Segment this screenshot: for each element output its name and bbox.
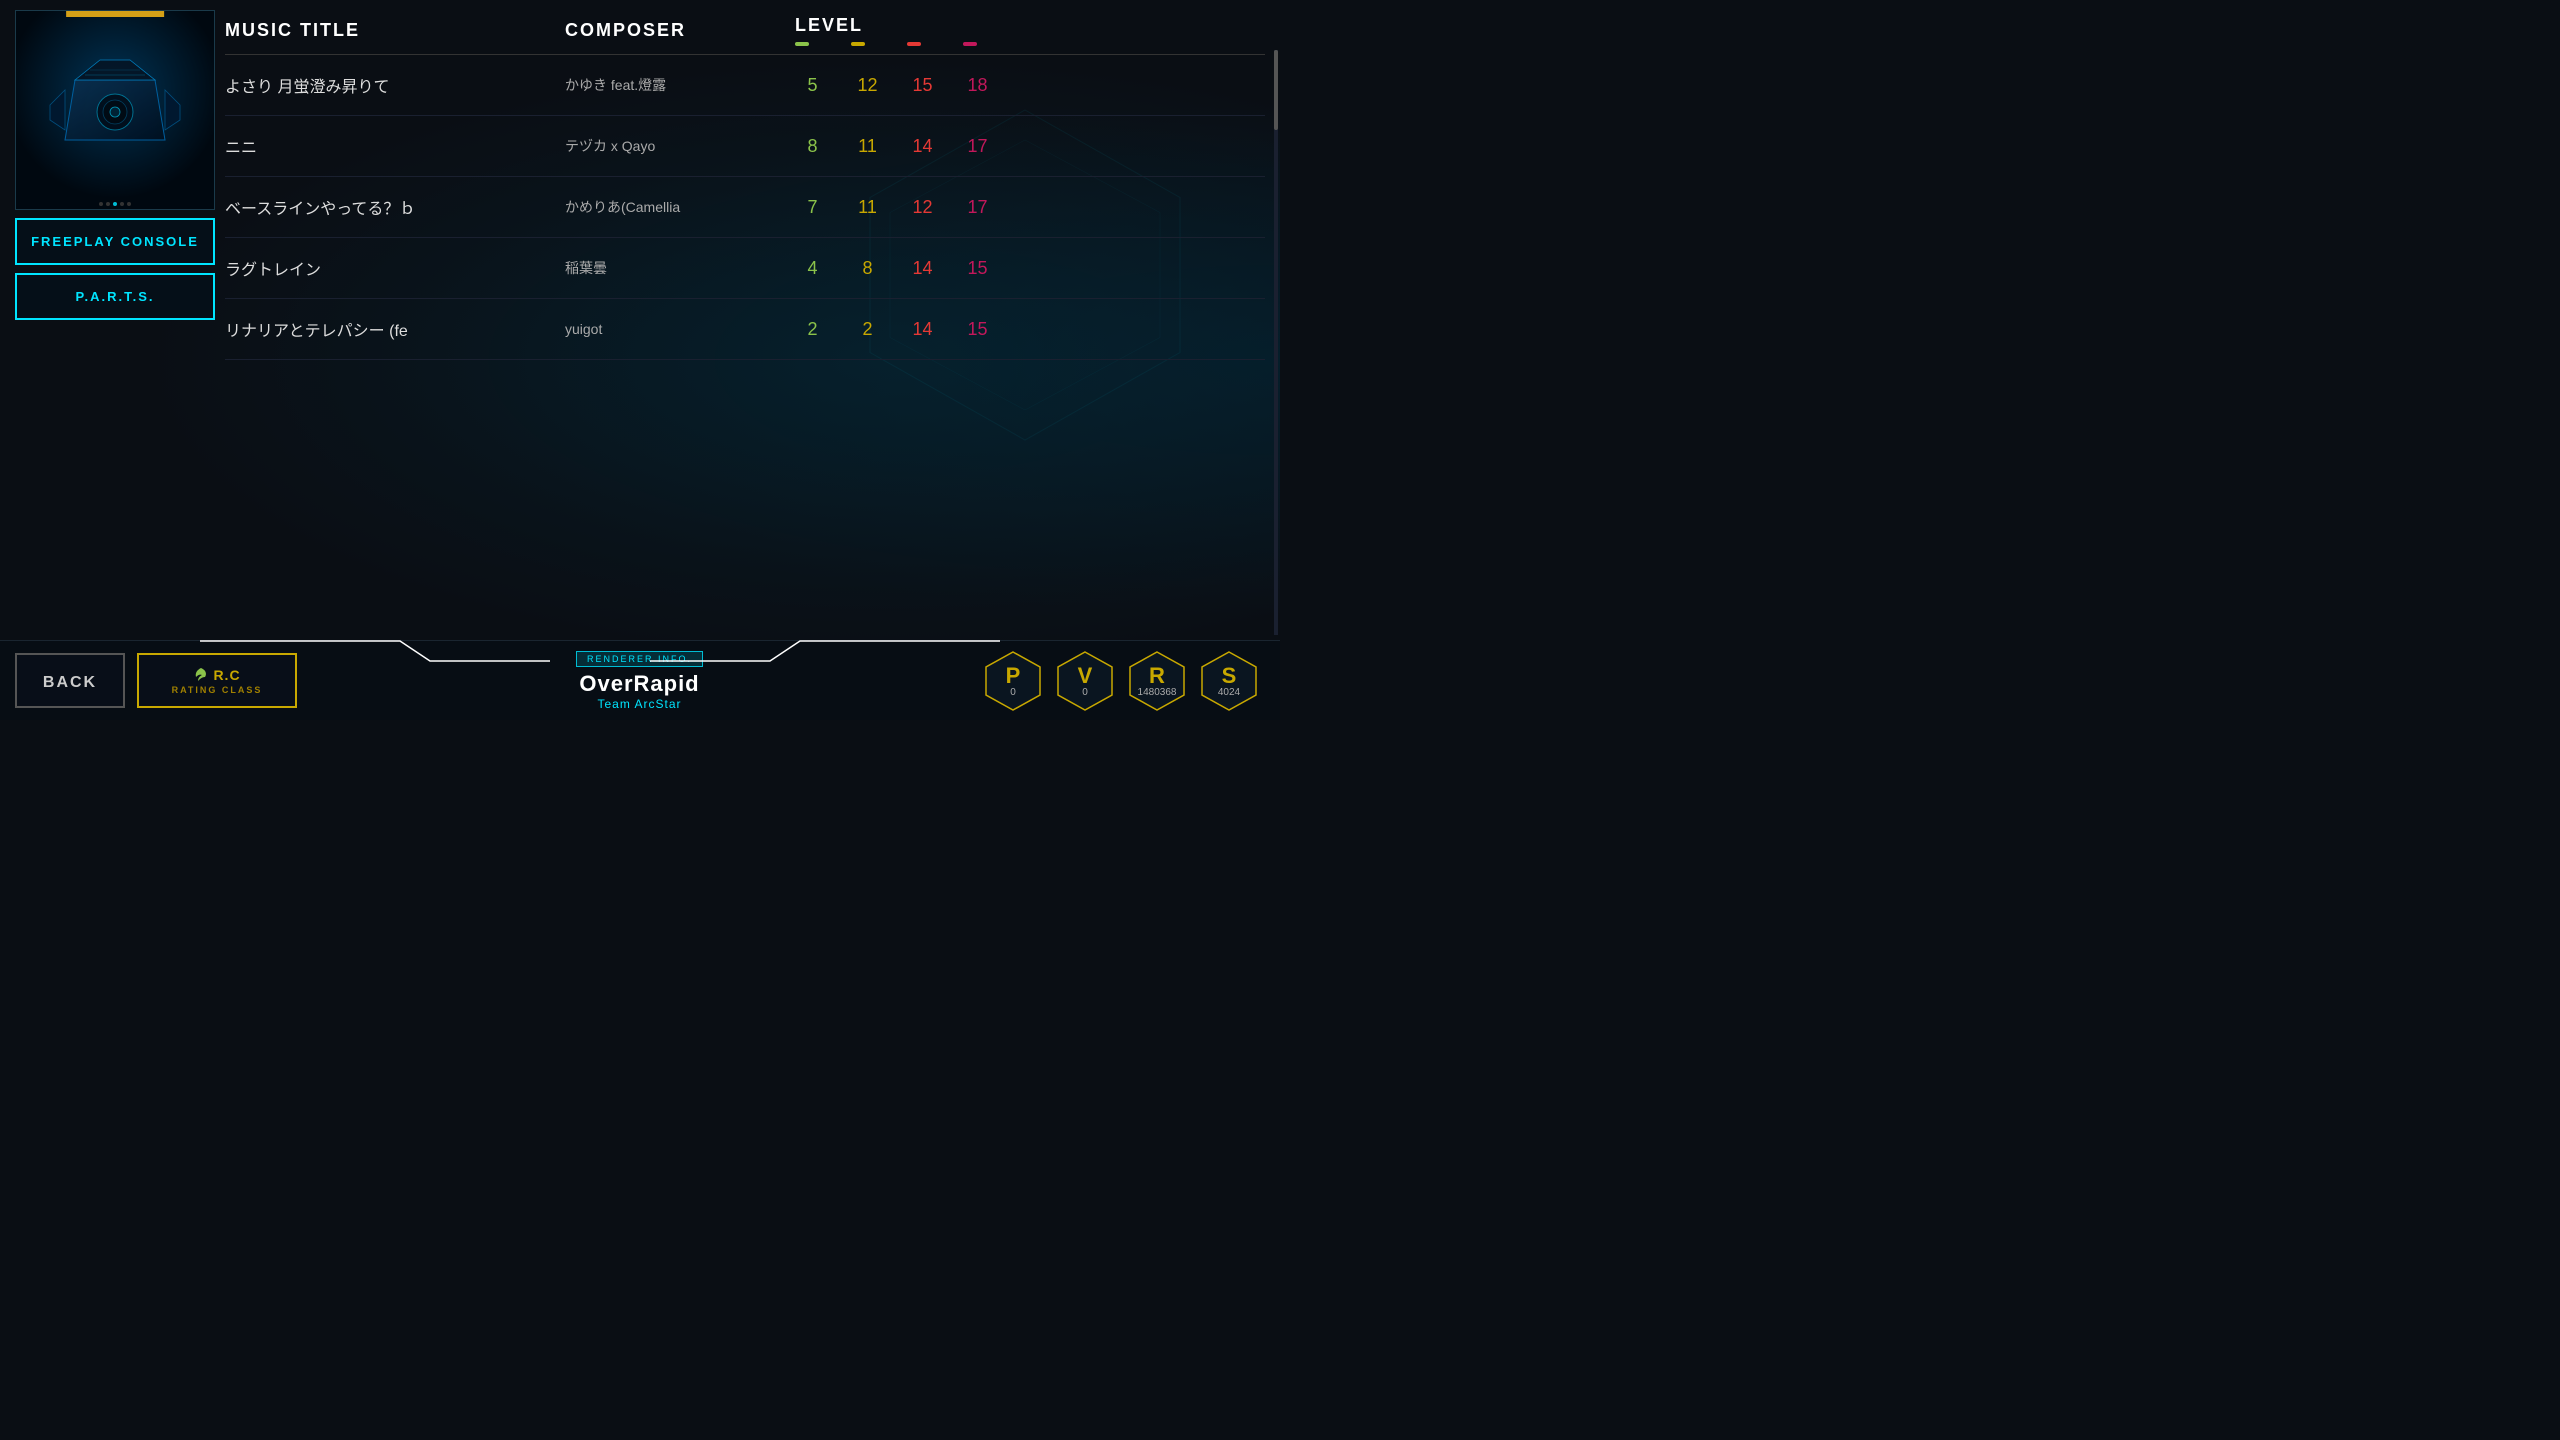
song-title: ラグトレイン xyxy=(225,256,565,280)
renderer-label: RENDERER INFO. xyxy=(576,651,703,667)
album-dot-1 xyxy=(99,202,103,206)
normal-indicator xyxy=(851,42,865,46)
free-play-badge: FREE PLAY xyxy=(66,10,164,17)
list-header: MUSIC TITLE COMPOSER LEVEL xyxy=(225,0,1265,55)
rc-label: R.C xyxy=(213,667,240,683)
col-header-level: LEVEL xyxy=(795,15,1265,46)
level-easy: 8 xyxy=(795,136,830,157)
album-art-visual xyxy=(16,11,214,209)
song-row[interactable]: ラグトレイン稲葉曇48 14 15 xyxy=(225,238,1265,299)
level-extra: 15 xyxy=(960,258,995,279)
level-hard: 12 xyxy=(905,197,940,218)
song-title: ベースラインやってる？ｂ xyxy=(225,195,565,219)
album-art-svg xyxy=(45,50,185,170)
song-title: よさり 月蛍澄み昇りて xyxy=(225,73,565,97)
song-composer: 稲葉曇 xyxy=(565,258,795,278)
badge-s-letter: S xyxy=(1222,663,1237,689)
album-dot-4 xyxy=(120,202,124,206)
scrollbar-thumb[interactable] xyxy=(1274,50,1278,130)
leaf-icon xyxy=(193,667,209,683)
level-normal: 12 xyxy=(850,75,885,96)
badge-s-score: 4024 xyxy=(1218,687,1240,698)
level-easy: 5 xyxy=(795,75,830,96)
album-dot-2 xyxy=(106,202,110,206)
score-badges: P 0 V 0 R 1480368 S 4024 xyxy=(982,650,1260,712)
back-button[interactable]: BACK xyxy=(15,653,125,708)
song-list[interactable]: よさり 月蛍澄み昇りてかゆき feat.燈露5 12 15 18 ニニテヅカ x Qay… xyxy=(225,55,1265,625)
song-row[interactable]: よさり 月蛍澄み昇りてかゆき feat.燈露5 12 15 18 xyxy=(225,55,1265,116)
scrollbar[interactable] xyxy=(1274,50,1278,635)
song-row[interactable]: リナリアとテレパシー (feyuigot221415 xyxy=(225,299,1265,360)
col-header-title: MUSIC TITLE xyxy=(225,20,565,41)
extra-indicator xyxy=(963,42,977,46)
hard-indicator xyxy=(907,42,921,46)
song-levels: 8 11 14 17 xyxy=(795,136,1265,157)
song-composer: yuigot xyxy=(565,321,795,337)
song-title: ニニ xyxy=(225,134,565,158)
level-extra: 17 xyxy=(960,197,995,218)
bottom-bar: BACK R.C RATING CLASS RENDERER INFO. Ove… xyxy=(0,640,1280,720)
freeplay-console-button[interactable]: FREEPLAY CONSOLE xyxy=(15,218,215,265)
song-composer: テヅカ x Qayo xyxy=(565,136,795,156)
album-dot-5 xyxy=(127,202,131,206)
album-dot-3 xyxy=(113,202,117,206)
level-color-indicators xyxy=(795,42,1265,46)
song-levels: 5 12 15 18 xyxy=(795,75,1265,96)
album-dots xyxy=(99,202,131,206)
song-list-panel: MUSIC TITLE COMPOSER LEVEL よさり 月蛍澄み昇りてかゆ… xyxy=(225,0,1265,640)
easy-indicator xyxy=(795,42,809,46)
level-extra: 17 xyxy=(960,136,995,157)
level-normal: 8 xyxy=(850,258,885,279)
level-easy: 4 xyxy=(795,258,830,279)
song-title: リナリアとテレパシー (fe xyxy=(225,317,565,341)
level-easy: 7 xyxy=(795,197,830,218)
badge-v-letter: V xyxy=(1078,663,1093,689)
song-row[interactable]: ベースラインやってる？ｂかめりあ(Camellia7 11 12 17 xyxy=(225,177,1265,238)
center-info: RENDERER INFO. OverRapid Team ArcStar xyxy=(297,651,982,711)
level-extra: 15 xyxy=(960,319,995,340)
badge-p: P 0 xyxy=(982,650,1044,712)
song-row[interactable]: ニニテヅカ x Qayo8 11 14 17 xyxy=(225,116,1265,177)
level-normal: 11 xyxy=(850,136,885,157)
level-hard: 14 xyxy=(905,136,940,157)
level-easy: 2 xyxy=(795,319,830,340)
team-name: Team ArcStar xyxy=(597,697,681,711)
level-normal: 2 xyxy=(850,319,885,340)
song-composer: かめりあ(Camellia xyxy=(565,197,795,217)
parts-button[interactable]: P.A.R.T.S. xyxy=(15,273,215,320)
badge-p-letter: P xyxy=(1006,663,1021,689)
level-hard: 14 xyxy=(905,258,940,279)
badge-r: R 1480368 xyxy=(1126,650,1188,712)
rating-class-button[interactable]: R.C RATING CLASS xyxy=(137,653,297,708)
game-title: OverRapid xyxy=(579,671,699,697)
level-extra: 18 xyxy=(960,75,995,96)
level-hard: 15 xyxy=(905,75,940,96)
badge-s: S 4024 xyxy=(1198,650,1260,712)
badge-v-score: 0 xyxy=(1082,687,1088,698)
rating-label: RATING CLASS xyxy=(172,685,263,695)
song-levels: 22 14 15 xyxy=(795,319,1265,340)
badge-v: V 0 xyxy=(1054,650,1116,712)
badge-r-score: 1480368 xyxy=(1138,687,1177,698)
song-composer: かゆき feat.燈露 xyxy=(565,75,795,95)
badge-p-score: 0 xyxy=(1010,687,1016,698)
level-normal: 11 xyxy=(850,197,885,218)
col-header-composer: COMPOSER xyxy=(565,20,795,41)
song-levels: 48 14 15 xyxy=(795,258,1265,279)
badge-r-letter: R xyxy=(1149,663,1165,689)
album-art-container: FREE PLAY xyxy=(15,10,215,210)
song-levels: 7 11 12 17 xyxy=(795,197,1265,218)
level-hard: 14 xyxy=(905,319,940,340)
left-panel: FREE PLAY xyxy=(15,10,215,320)
rc-icon: R.C xyxy=(193,667,240,683)
